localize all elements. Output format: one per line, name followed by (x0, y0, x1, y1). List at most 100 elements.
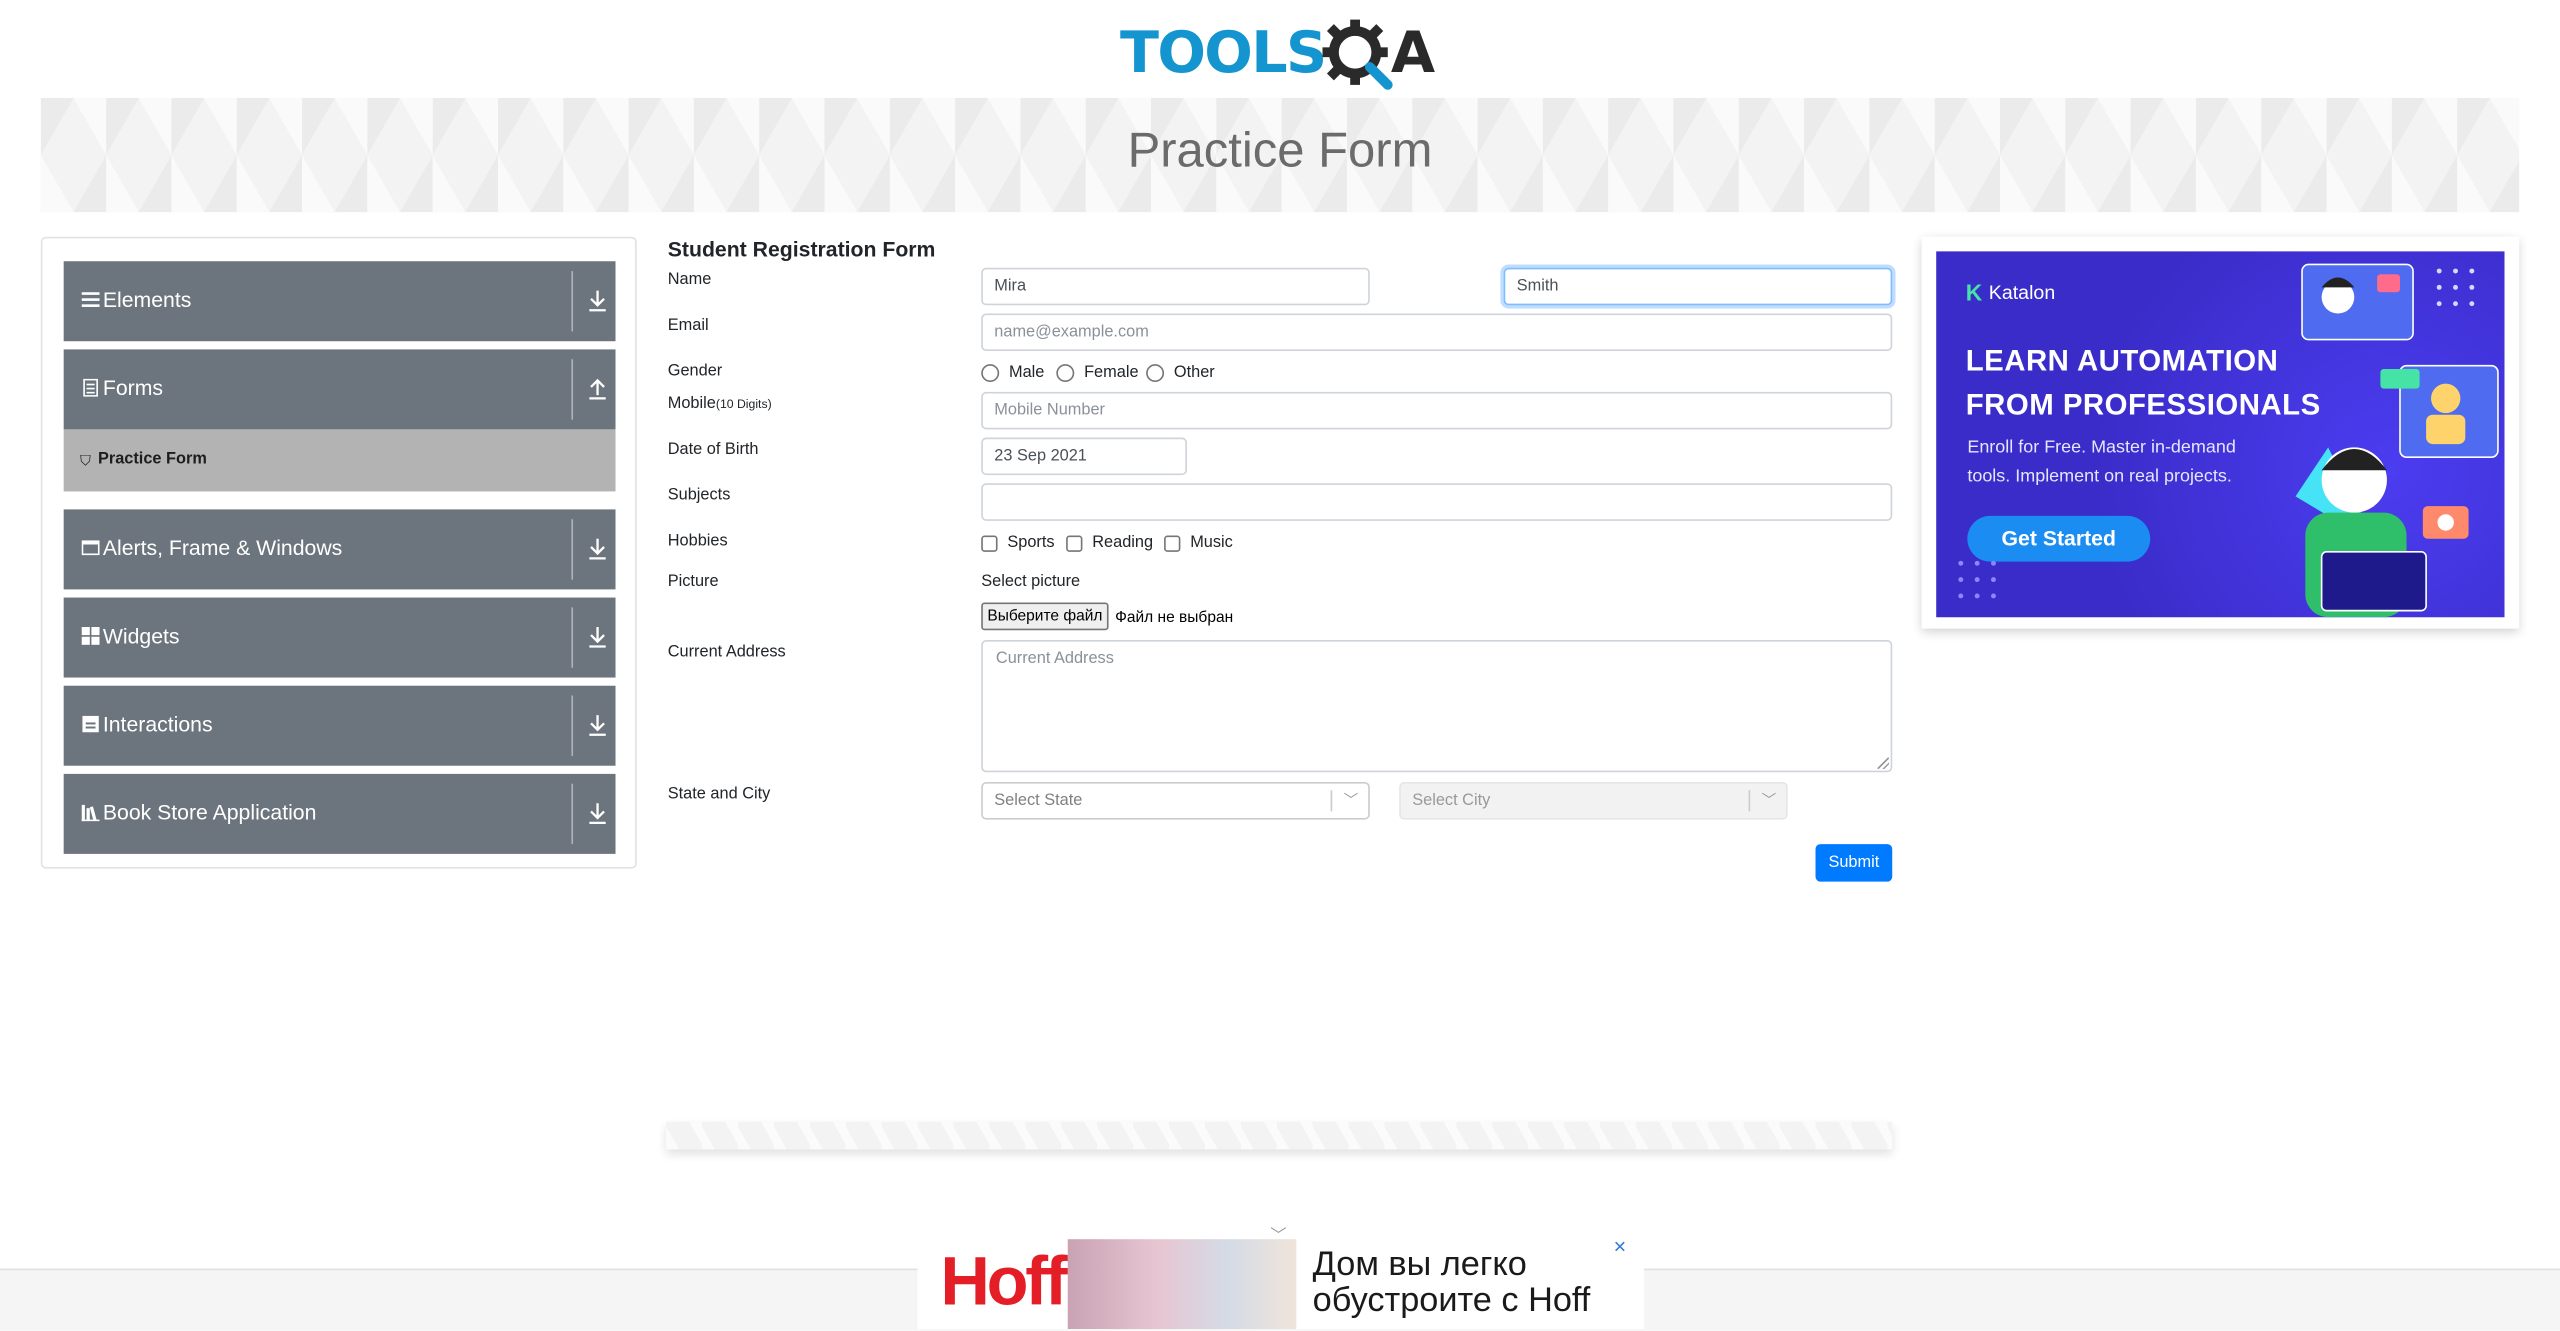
hobby-checkbox-sports[interactable]: Sports (981, 534, 1055, 552)
date-of-birth-input[interactable]: 23 Sep 2021 (981, 437, 1187, 476)
hobby-checkbox-music[interactable]: Music (1164, 534, 1233, 552)
upload-arrow-icon[interactable] (586, 374, 609, 403)
hoff-logo: Hoff (940, 1242, 1067, 1320)
hoff-ad-text: Дом вы легко обустроите с Hoff (1312, 1245, 1591, 1320)
first-name-input[interactable]: Mira (981, 267, 1370, 306)
gear-magnifier-icon (1322, 19, 1393, 90)
interactions-icon (82, 715, 99, 733)
submit-button[interactable]: Submit (1815, 844, 1893, 882)
hobby-checkbox-reading[interactable]: Reading (1066, 534, 1153, 552)
name-label: Name (667, 271, 712, 289)
radio-circle[interactable] (981, 364, 1000, 383)
sidebar-group-label: Interactions (102, 711, 213, 737)
hoff-ad[interactable]: Hoff Дом вы легко обустроите с Hoff ✕ (917, 1235, 1645, 1330)
email-placeholder: name@example.com (994, 323, 1149, 342)
divider (1748, 790, 1751, 812)
katalon-brand-name: Katalon (1988, 280, 2056, 304)
download-arrow-icon[interactable] (586, 798, 609, 827)
gender-radio-male[interactable]: Male (981, 364, 1045, 383)
ad-illustration (2295, 263, 2499, 618)
hamburger-icon (81, 292, 100, 307)
city-placeholder: Select City (1412, 791, 1491, 810)
divider (571, 271, 574, 332)
radio-circle[interactable] (1146, 364, 1165, 383)
katalon-brand: K Katalon (1966, 279, 2056, 305)
sidebar-group-elements[interactable]: Elements (63, 261, 616, 342)
katalon-ad[interactable]: K Katalon LEARN AUTOMATION FROM PROFESSIO… (1936, 251, 2505, 618)
gender-radio-female[interactable]: Female (1056, 364, 1139, 383)
divider (571, 783, 574, 845)
sidebar-group-alerts[interactable]: Alerts, Frame & Windows (63, 509, 616, 590)
chevron-down-icon[interactable]: ﹀ (1344, 784, 1359, 818)
chevron-down-icon[interactable]: ﹀ (1762, 784, 1777, 818)
mobile-number-field[interactable]: Mobile Number (981, 391, 1893, 430)
city-select[interactable]: Select City ﹀ (1399, 782, 1788, 820)
state-select[interactable]: Select State ﹀ (981, 782, 1370, 820)
form-title: Student Registration Form (667, 236, 936, 262)
resize-handle[interactable] (1877, 757, 1889, 769)
mobile-label: Mobile(10 Digits) (668, 395, 772, 413)
katalon-ad-container: K Katalon LEARN AUTOMATION FROM PROFESSIO… (1921, 236, 2520, 629)
sidebar-group-label: Elements (102, 287, 192, 312)
form-icon (83, 378, 98, 397)
checkbox-box[interactable] (1066, 534, 1083, 552)
mobile-hint: (10 Digits) (715, 396, 772, 412)
address-placeholder: Current Address (995, 649, 1114, 668)
picture-label: Picture (667, 573, 719, 592)
sidebar-group-book-store[interactable]: Book Store Application (63, 773, 616, 854)
download-arrow-icon[interactable] (586, 622, 609, 651)
divider (571, 519, 574, 580)
sidebar-group-forms[interactable]: Forms (63, 349, 616, 430)
state-placeholder: Select State (994, 791, 1083, 810)
page-banner: Practice Form (40, 97, 2520, 213)
logo-text-tools: TOOLS (1119, 21, 1327, 87)
shield-icon: ⛉ (79, 452, 92, 469)
sidebar-group-label: Book Store Application (102, 800, 317, 825)
gender-radio-other[interactable]: Other (1146, 364, 1215, 383)
choose-file-button[interactable]: Выберите файл (981, 602, 1109, 631)
checkbox-label: Music (1190, 533, 1233, 552)
sidebar-item-practice-form[interactable]: ⛉ Practice Form (63, 429, 616, 492)
file-status-text: Файл не выбран (1115, 608, 1234, 627)
sidebar-item-label: Practice Form (97, 450, 207, 469)
gender-label: Gender (667, 362, 723, 381)
last-name-input[interactable]: Smith (1503, 267, 1893, 306)
email-field[interactable]: name@example.com (981, 313, 1893, 352)
radio-circle[interactable] (1056, 364, 1075, 383)
divider (1330, 790, 1333, 812)
radio-label: Male (1008, 364, 1045, 383)
window-icon (81, 540, 100, 556)
sidebar-group-widgets[interactable]: Widgets (63, 597, 616, 678)
close-icon[interactable]: ✕ (1613, 1239, 1627, 1257)
sidebar-group-label: Widgets (102, 623, 180, 649)
ad-dots-decoration (1958, 560, 1996, 599)
checkbox-box[interactable] (981, 534, 998, 552)
hobbies-label: Hobbies (667, 532, 728, 551)
address-label: Current Address (667, 643, 786, 662)
ad-subtext: Enroll for Free. Master in-demand tools.… (1967, 437, 2236, 487)
mobile-placeholder: Mobile Number (994, 401, 1105, 420)
dob-label: Date of Birth (667, 440, 759, 459)
get-started-button[interactable]: Get Started (1967, 515, 2151, 562)
sidebar-group-label: Forms (102, 375, 164, 401)
toolsqa-logo[interactable]: TOOLS A (1120, 16, 1435, 91)
current-address-textarea[interactable]: Current Address (981, 640, 1893, 773)
download-arrow-icon[interactable] (586, 286, 609, 315)
page-title: Practice Form (1127, 124, 1433, 178)
mobile-label-text: Mobile (667, 395, 716, 414)
divider (571, 695, 574, 756)
download-arrow-icon[interactable] (586, 534, 609, 563)
subjects-input[interactable] (981, 483, 1893, 521)
subjects-label: Subjects (667, 486, 731, 505)
radio-label: Female (1084, 364, 1139, 383)
sidebar-group-interactions[interactable]: Interactions (63, 685, 616, 766)
email-label: Email (667, 316, 709, 335)
checkbox-box[interactable] (1164, 534, 1181, 552)
grid-icon (81, 626, 100, 645)
select-picture-label: Select picture (981, 573, 1081, 592)
divider (571, 359, 574, 420)
hoff-ad-image (1067, 1239, 1297, 1330)
bookstore-icon (81, 804, 100, 822)
logo-text-a: A (1390, 21, 1436, 87)
download-arrow-icon[interactable] (586, 710, 609, 739)
